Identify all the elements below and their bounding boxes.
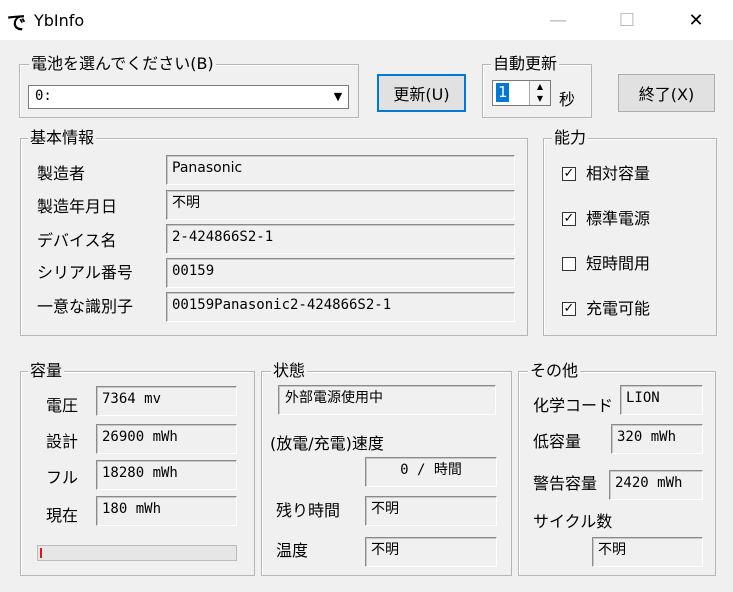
device-name-label: デバイス名 bbox=[37, 231, 117, 250]
current-capacity-label: 現在 bbox=[46, 506, 79, 525]
relative-capacity-label[interactable]: 相対容量 bbox=[586, 164, 650, 184]
design-capacity-label: 設計 bbox=[46, 432, 79, 451]
full-capacity-field: 18280 mWh bbox=[96, 460, 237, 490]
capability-legend: 能力 bbox=[552, 128, 589, 147]
low-capacity-field: 320 mWh bbox=[611, 424, 703, 454]
voltage-field: 7364 mv bbox=[96, 386, 237, 416]
cycle-count-label: サイクル数 bbox=[533, 512, 613, 531]
exit-button[interactable]: 終了(X) bbox=[618, 74, 715, 112]
temperature-label: 温度 bbox=[276, 541, 309, 560]
basic-info-legend: 基本情報 bbox=[28, 128, 97, 147]
manufacture-date-label: 製造年月日 bbox=[37, 197, 118, 216]
manufacturer-label: 製造者 bbox=[37, 164, 86, 183]
device-name-field: 2-424866S2-1 bbox=[166, 224, 515, 254]
relative-capacity-checkbox[interactable]: ✓ bbox=[562, 167, 576, 181]
current-capacity-field: 180 mWh bbox=[96, 496, 237, 526]
chevron-down-icon[interactable]: ▼ bbox=[328, 86, 348, 108]
auto-update-legend: 自動更新 bbox=[491, 54, 560, 73]
charge-progress-fill bbox=[40, 548, 42, 558]
serial-number-label: シリアル番号 bbox=[37, 263, 133, 282]
manufacturer-field: Panasonic bbox=[166, 155, 515, 185]
design-capacity-field: 26900 mWh bbox=[96, 424, 237, 454]
close-icon[interactable]: ✕ bbox=[673, 0, 719, 40]
battery-combobox-value: 0: bbox=[35, 88, 52, 104]
standard-power-checkbox[interactable]: ✓ bbox=[562, 212, 576, 226]
spinner-down-icon[interactable]: ▼ bbox=[529, 93, 550, 105]
low-capacity-label: 低容量 bbox=[533, 432, 582, 451]
chemistry-code-field: LION bbox=[620, 385, 703, 415]
capacity-legend: 容量 bbox=[28, 361, 65, 380]
short-term-label[interactable]: 短時間用 bbox=[586, 254, 650, 274]
remaining-time-field: 不明 bbox=[365, 496, 497, 526]
app-icon: で bbox=[7, 12, 27, 34]
temperature-field: 不明 bbox=[365, 537, 497, 567]
serial-number-field: 00159 bbox=[166, 258, 515, 288]
state-legend: 状態 bbox=[271, 361, 308, 380]
auto-update-unit: 秒 bbox=[559, 90, 576, 109]
chemistry-code-label: 化学コード bbox=[533, 396, 614, 415]
rechargeable-checkbox[interactable]: ✓ bbox=[562, 302, 576, 316]
maximize-icon: ☐ bbox=[618, 9, 636, 31]
full-capacity-label: フル bbox=[46, 468, 79, 487]
manufacture-date-field: 不明 bbox=[166, 190, 515, 220]
minimize-icon[interactable]: — bbox=[535, 0, 581, 40]
power-status-field: 外部電源使用中 bbox=[278, 385, 496, 415]
charge-progress-bar bbox=[37, 545, 237, 561]
rechargeable-label[interactable]: 充電可能 bbox=[586, 299, 650, 319]
unique-id-label: 一意な識別子 bbox=[37, 297, 134, 316]
warning-capacity-label: 警告容量 bbox=[533, 474, 598, 493]
battery-select-legend: 電池を選んでください(B) bbox=[29, 54, 216, 73]
battery-combobox[interactable]: 0: ▼ bbox=[28, 85, 349, 109]
voltage-label: 電圧 bbox=[46, 396, 79, 415]
window-title: YbInfo bbox=[34, 11, 85, 30]
other-legend: その他 bbox=[528, 361, 581, 380]
remaining-time-label: 残り時間 bbox=[276, 501, 341, 520]
auto-update-value[interactable]: 1 bbox=[496, 83, 510, 102]
rate-field: 0 / 時間 bbox=[365, 457, 497, 487]
update-button[interactable]: 更新(U) bbox=[377, 74, 466, 112]
short-term-checkbox[interactable] bbox=[562, 257, 576, 271]
unique-id-field: 00159Panasonic2-424866S2-1 bbox=[166, 292, 515, 322]
warning-capacity-field: 2420 mWh bbox=[609, 470, 703, 500]
auto-update-spinner[interactable]: 1 ▲ ▼ bbox=[492, 80, 551, 106]
cycle-count-field: 不明 bbox=[592, 537, 703, 567]
rate-label: (放電/充電)速度 bbox=[270, 434, 384, 453]
standard-power-label[interactable]: 標準電源 bbox=[586, 209, 650, 229]
